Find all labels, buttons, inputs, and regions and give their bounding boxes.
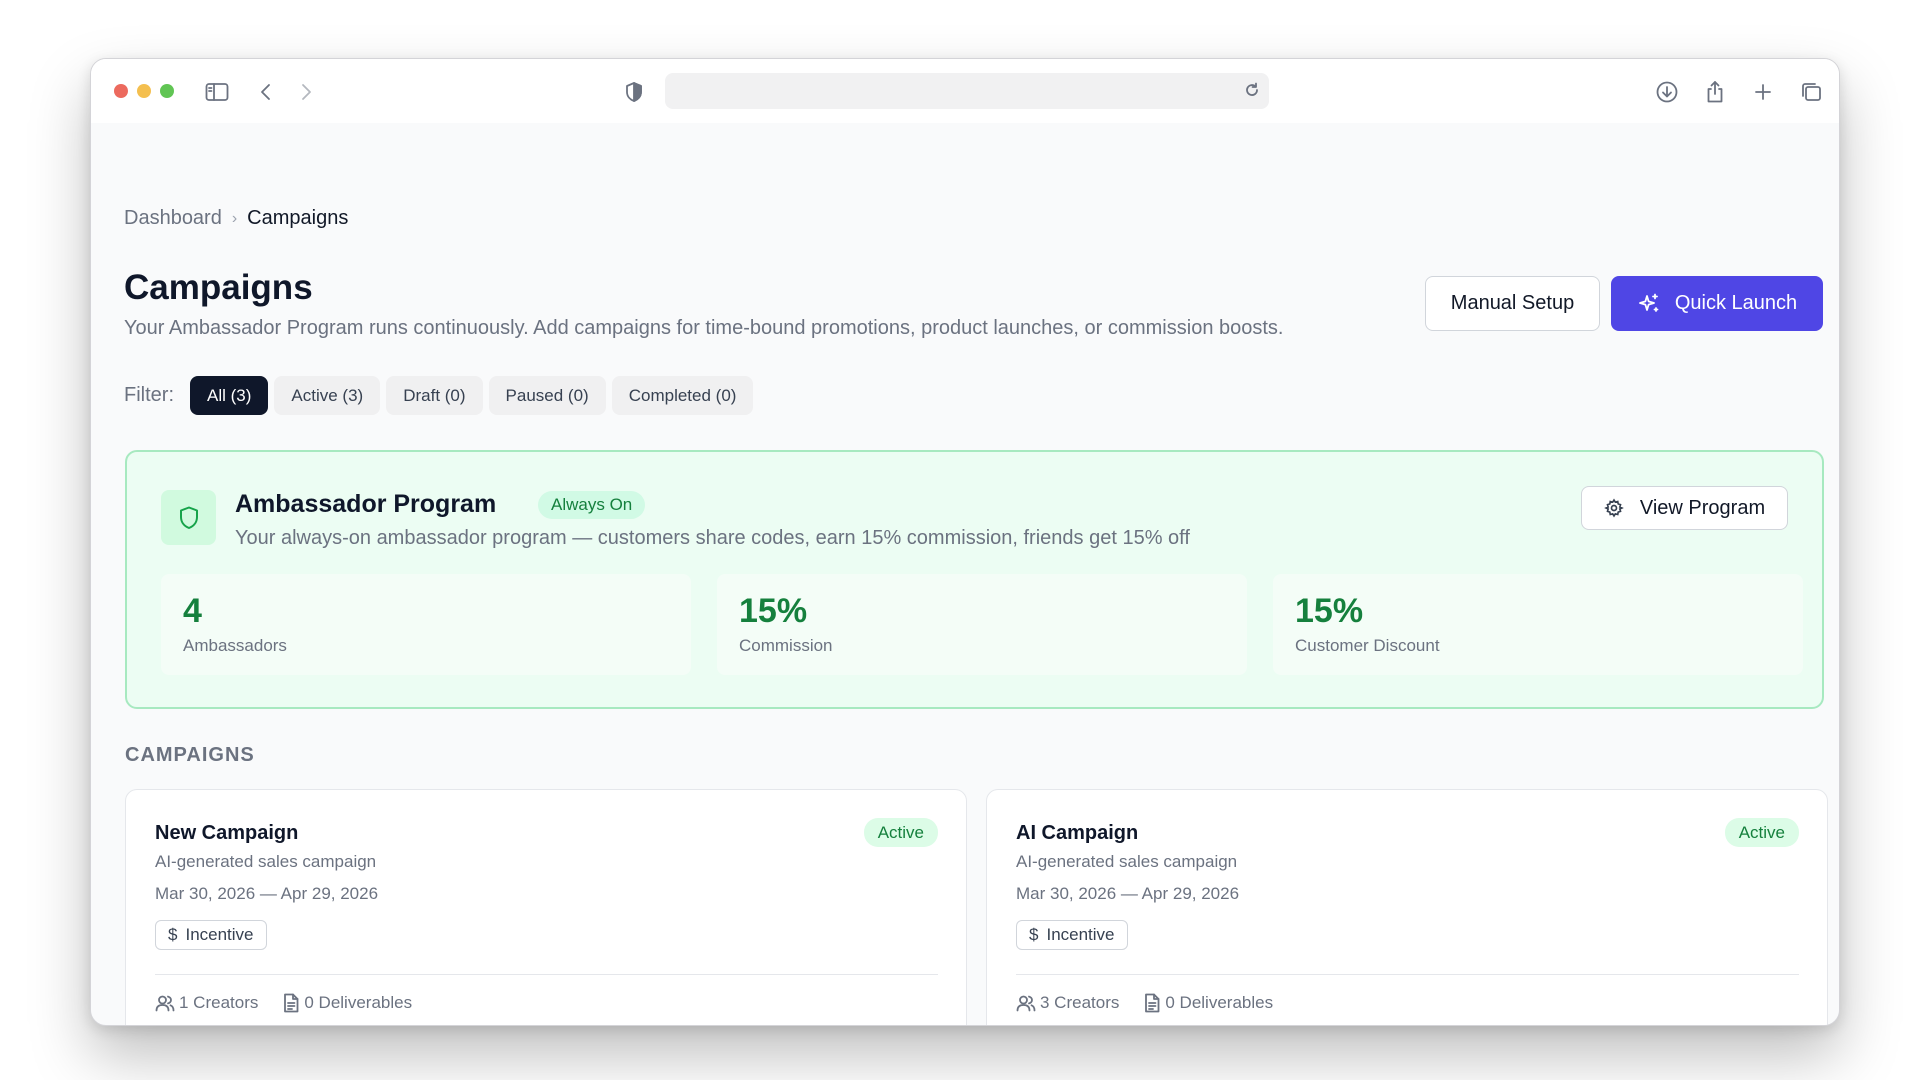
creators-count: 3 Creators	[1016, 993, 1119, 1013]
stat-value: 15%	[1295, 592, 1364, 630]
sparkles-icon	[1638, 293, 1659, 312]
dollar-icon: $	[1029, 925, 1039, 944]
always-on-badge: Always On	[538, 491, 646, 519]
sidebar-toggle-icon[interactable]	[204, 79, 230, 105]
campaign-dates: Mar 30, 2026 — Apr 29, 2026	[155, 884, 379, 903]
filter-bar: Filter: All (3) Active (3) Draft (0) Pau…	[124, 376, 754, 415]
forward-arrow-icon[interactable]	[293, 79, 319, 105]
breadcrumb-current: Campaigns	[247, 207, 349, 229]
quick-launch-button[interactable]: Quick Launch	[1611, 276, 1823, 331]
status-badge: Active	[1724, 818, 1799, 847]
new-tab-icon[interactable]	[1750, 79, 1776, 105]
shield-icon	[161, 490, 216, 545]
deliverables-count: 0 Deliverables	[1143, 993, 1273, 1013]
view-program-button[interactable]: View Program	[1581, 486, 1788, 530]
close-window-button[interactable]	[114, 84, 128, 98]
address-bar[interactable]	[665, 73, 1269, 109]
campaign-meta: 1 Creators 0 Deliverables	[155, 993, 412, 1013]
page-title: Campaigns	[124, 268, 313, 307]
view-program-label: View Program	[1639, 496, 1766, 519]
stat-value: 15%	[739, 592, 808, 630]
document-icon	[1145, 993, 1160, 1013]
campaigns-section-heading: CAMPAIGNS	[125, 744, 255, 766]
filter-chip-draft[interactable]: Draft (0)	[386, 376, 483, 415]
back-arrow-icon[interactable]	[253, 79, 279, 105]
browser-toolbar	[91, 59, 1839, 123]
breadcrumb-dashboard-link[interactable]: Dashboard	[124, 207, 222, 230]
incentive-tag: $ Incentive	[1016, 920, 1128, 950]
stat-label: Ambassadors	[183, 636, 287, 655]
stat-commission: 15% Commission	[717, 574, 1247, 675]
quick-launch-label: Quick Launch	[1674, 292, 1798, 314]
status-badge: Active	[863, 818, 938, 847]
stat-label: Customer Discount	[1295, 636, 1440, 655]
campaign-title: AI Campaign	[1016, 822, 1139, 844]
filter-chip-completed[interactable]: Completed (0)	[611, 376, 754, 415]
breadcrumb: Dashboard › Campaigns	[124, 207, 348, 230]
stat-label: Commission	[739, 636, 833, 655]
incentive-tag-label: Incentive	[1046, 925, 1115, 944]
ambassador-program-card: Ambassador Program Always On Your always…	[125, 450, 1824, 709]
maximize-window-button[interactable]	[160, 84, 174, 98]
filter-chip-paused[interactable]: Paused (0)	[488, 376, 606, 415]
stat-customer-discount: 15% Customer Discount	[1273, 574, 1803, 675]
campaign-card[interactable]: AI Campaign Active AI-generated sales ca…	[986, 789, 1828, 1025]
manual-setup-button[interactable]: Manual Setup	[1425, 276, 1600, 331]
minimize-window-button[interactable]	[137, 84, 151, 98]
incentive-tag: $ Incentive	[155, 920, 267, 950]
document-icon	[284, 993, 299, 1013]
download-icon[interactable]	[1654, 79, 1680, 105]
stat-ambassadors: 4 Ambassadors	[161, 574, 691, 675]
card-divider	[155, 974, 938, 975]
creators-count: 1 Creators	[155, 993, 258, 1013]
share-icon[interactable]	[1702, 79, 1728, 105]
campaign-dates: Mar 30, 2026 — Apr 29, 2026	[1016, 884, 1240, 903]
filter-chip-all[interactable]: All (3)	[190, 376, 269, 415]
deliverables-count: 0 Deliverables	[282, 993, 412, 1013]
browser-window: Dashboard › Campaigns Campaigns Your Amb…	[90, 58, 1840, 1026]
campaign-description: AI-generated sales campaign	[1016, 852, 1238, 871]
campaign-description: AI-generated sales campaign	[155, 852, 377, 871]
gear-icon	[1604, 498, 1624, 518]
breadcrumb-separator: ›	[231, 209, 238, 227]
campaign-title: New Campaign	[155, 822, 299, 844]
dollar-icon: $	[168, 925, 178, 944]
incentive-tag-label: Incentive	[185, 925, 254, 944]
page-subtitle: Your Ambassador Program runs continuousl…	[124, 317, 1284, 339]
window-controls	[114, 84, 174, 98]
stat-value: 4	[183, 592, 202, 630]
campaign-card[interactable]: New Campaign Active AI-generated sales c…	[125, 789, 967, 1025]
users-icon	[1016, 995, 1036, 1012]
campaign-meta: 3 Creators 0 Deliverables	[1016, 993, 1273, 1013]
tab-overview-icon[interactable]	[1798, 79, 1824, 105]
creators-label: 1 Creators	[179, 993, 259, 1012]
privacy-shield-icon[interactable]	[621, 79, 647, 105]
filter-chip-active[interactable]: Active (3)	[274, 376, 381, 415]
deliverables-label: 0 Deliverables	[304, 993, 413, 1012]
filter-label: Filter:	[124, 384, 174, 406]
ambassador-program-description: Your always-on ambassador program — cust…	[235, 527, 1190, 549]
deliverables-label: 0 Deliverables	[1165, 993, 1274, 1012]
creators-label: 3 Creators	[1040, 993, 1120, 1012]
reload-icon[interactable]	[1241, 79, 1263, 101]
ambassador-program-title: Ambassador Program	[235, 490, 497, 518]
users-icon	[155, 995, 175, 1012]
card-divider	[1016, 974, 1799, 975]
